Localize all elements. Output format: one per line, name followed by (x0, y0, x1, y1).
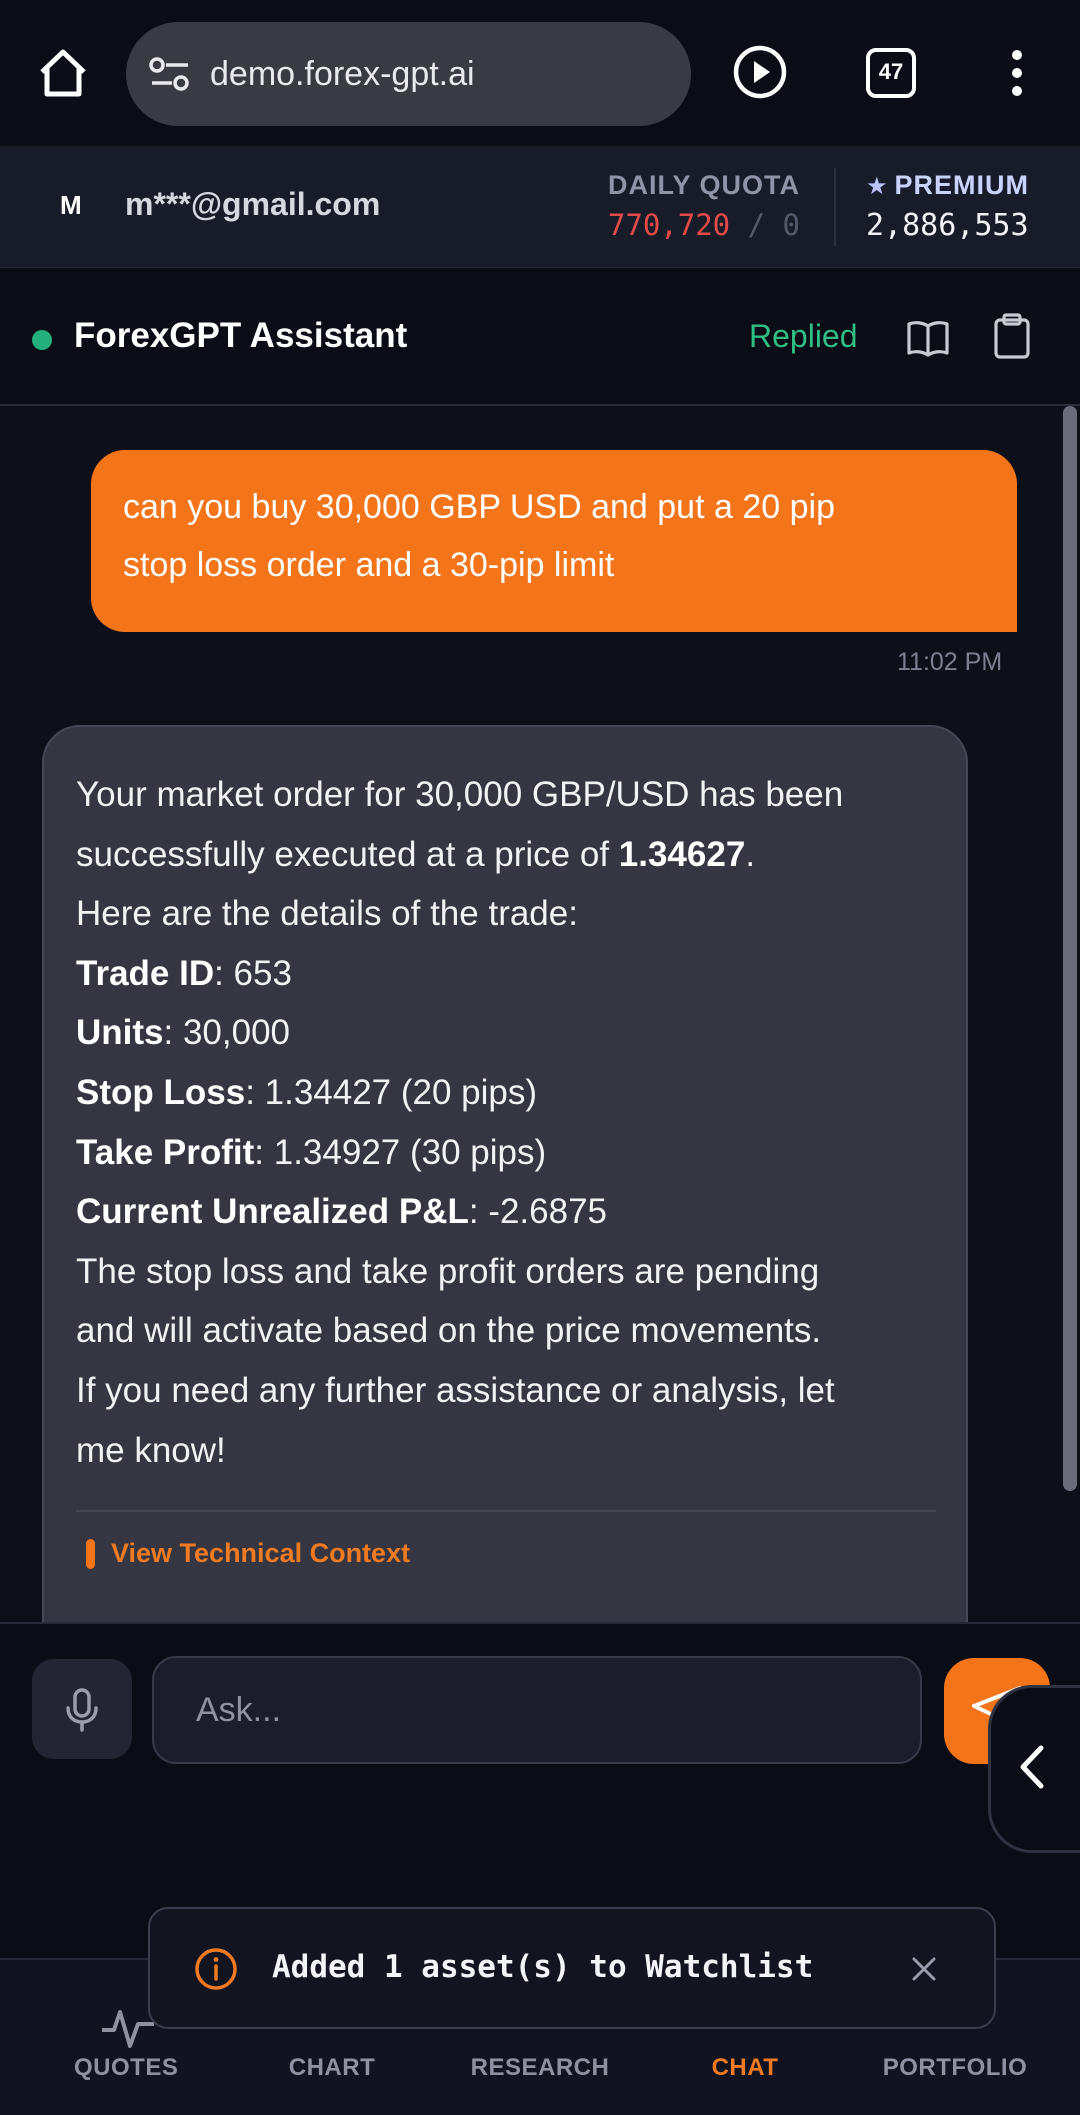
message-timestamp: 11:02 PM (897, 648, 1003, 676)
avatar[interactable]: M (60, 190, 82, 221)
clipboard-icon[interactable] (992, 312, 1032, 360)
play-icon[interactable] (732, 44, 788, 100)
divider (76, 1510, 936, 1513)
user-message-line: can you buy 30,000 GBP USD and put a 20 … (123, 488, 835, 526)
nav-chat[interactable]: CHAT (700, 2054, 790, 2082)
message-text: . (745, 834, 756, 874)
ask-input[interactable] (152, 1656, 922, 1764)
scrollbar[interactable] (1063, 406, 1077, 1491)
online-status-dot (32, 330, 52, 350)
units-value: : 30,000 (163, 1013, 291, 1053)
nav-chart[interactable]: CHART (282, 2054, 382, 2082)
star-icon: ★ (866, 173, 889, 200)
accent-bar-icon (86, 1538, 95, 1569)
nav-research[interactable]: RESEARCH (468, 2054, 612, 2082)
info-icon (195, 1948, 237, 1990)
message-line: Your market order for 30,000 GBP/USD has… (76, 775, 844, 814)
trade-id-value: : 653 (214, 953, 292, 993)
address-bar[interactable]: demo.forex-gpt.ai (126, 22, 691, 126)
user-email: m***@gmail.com (125, 186, 381, 222)
execution-price: 1.34627 (618, 834, 746, 874)
microphone-button[interactable] (32, 1659, 132, 1759)
technical-context-label[interactable]: View Technical Context (111, 1538, 410, 1569)
stop-loss-label: Stop Loss (76, 1072, 246, 1112)
message-line: successfully executed at a price of 1.34… (76, 825, 934, 885)
more-menu-icon[interactable] (1005, 48, 1029, 98)
toast-message: Added 1 asset(s) to Watchlist (272, 1949, 814, 1985)
premium-label-text: PREMIUM (894, 170, 1030, 200)
home-icon[interactable] (36, 46, 90, 100)
quota-separator: / (747, 208, 766, 242)
watchlist-toast: Added 1 asset(s) to Watchlist (148, 1907, 996, 2029)
pnl-row: Current Unrealized P&L: -2.6875 (76, 1182, 934, 1242)
stop-loss-value: : 1.34427 (20 pips) (245, 1072, 538, 1112)
premium-value: 2,886,553 (866, 208, 1029, 243)
url-text[interactable]: demo.forex-gpt.ai (210, 52, 475, 96)
take-profit-value: : 1.34927 (30 pips) (254, 1132, 547, 1172)
daily-quota-values: 770,720 / 0 (608, 208, 800, 242)
close-icon[interactable] (906, 1951, 942, 1987)
trade-id-label: Trade ID (76, 953, 215, 993)
message-line: and will activate based on the price mov… (76, 1311, 822, 1351)
assistant-message-bubble: Your market order for 30,000 GBP/USD has… (42, 725, 968, 1625)
chevron-left-icon (1020, 1745, 1044, 1789)
view-technical-context-link[interactable]: View Technical Context (76, 1538, 934, 1569)
take-profit-row: Take Profit: 1.34927 (30 pips) (76, 1123, 934, 1183)
nav-quotes[interactable]: QUOTES (74, 2054, 178, 2082)
assistant-header: ForexGPT Assistant Replied (0, 268, 1080, 406)
browser-toolbar: demo.forex-gpt.ai 47 (0, 0, 1080, 146)
premium-label: ★ PREMIUM (866, 170, 1029, 201)
message-line: If you need any further assistance or an… (76, 1370, 835, 1410)
take-profit-label: Take Profit (76, 1132, 255, 1172)
account-bar: M m***@gmail.com DAILY QUOTA 770,720 / 0… (0, 146, 1080, 268)
quota-limit: 0 (782, 208, 800, 242)
daily-quota-label: DAILY QUOTA (607, 170, 800, 200)
reply-status: Replied (749, 318, 858, 354)
side-panel-toggle[interactable] (988, 1685, 1080, 1853)
divider (834, 168, 836, 246)
site-settings-icon[interactable] (148, 56, 192, 92)
message-line: Here are the details of the trade: (76, 894, 578, 934)
tab-switcher-button[interactable]: 47 (866, 48, 916, 98)
units-row: Units: 30,000 (76, 1003, 934, 1063)
nav-portfolio[interactable]: PORTFOLIO (880, 2054, 1030, 2082)
stop-loss-row: Stop Loss: 1.34427 (20 pips) (76, 1063, 934, 1123)
message-text: successfully executed at a price of (76, 834, 619, 874)
pnl-label: Current Unrealized P&L (76, 1192, 469, 1232)
assistant-title: ForexGPT Assistant (74, 316, 408, 355)
user-message-bubble: can you buy 30,000 GBP USD and put a 20 … (91, 450, 1017, 632)
quota-used: 770,720 (607, 208, 731, 242)
message-line: me know! (76, 1430, 226, 1470)
message-line: The stop loss and take profit orders are… (76, 1251, 820, 1291)
book-icon[interactable] (906, 318, 950, 358)
microphone-icon (66, 1688, 98, 1732)
user-message-line: stop loss order and a 30-pip limit (123, 546, 615, 584)
units-label: Units (76, 1013, 164, 1053)
pnl-value: : -2.6875 (468, 1192, 608, 1232)
trade-id-row: Trade ID: 653 (76, 944, 934, 1004)
